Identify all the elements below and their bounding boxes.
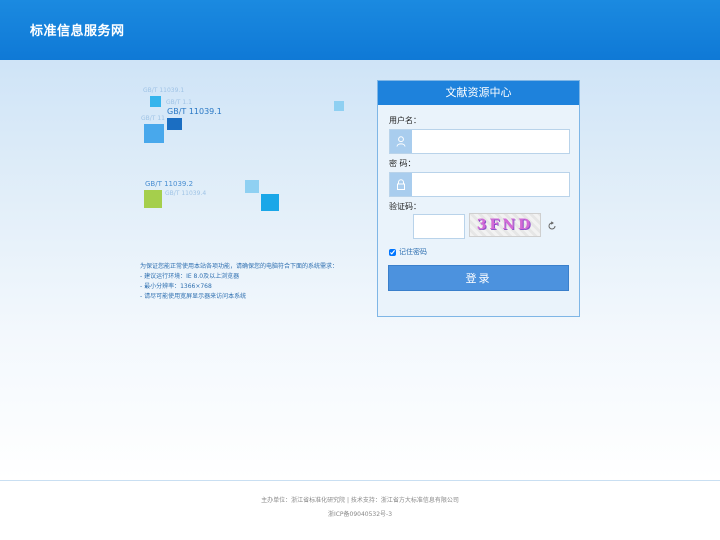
decor-square [261,194,279,211]
site-header: 标准信息服务网 [0,0,720,60]
remember-label: 记住密码 [399,248,427,256]
captcha-image[interactable]: 3FND [469,213,541,237]
decor-code: GB/T 11 [141,115,165,122]
decor-square [144,190,162,208]
footer-icp[interactable]: 浙ICP备09040532号-3 [0,509,720,518]
notice-line: - 最小分辨率：1366×768 [140,283,212,290]
remember-checkbox[interactable] [389,248,396,256]
user-icon [390,130,412,153]
password-input[interactable] [412,173,569,196]
captcha-input[interactable] [413,214,465,239]
password-label: 密 码： [389,159,416,168]
decor-code: GB/T 1.1 [166,99,192,106]
notice-line: 为保证您能正常使用本站各项功能，请确保您的电脑符合下面的系统需求： [140,263,339,270]
login-panel-title: 文献资源中心 [378,81,579,105]
decor-square [167,118,182,130]
captcha-label: 验证码： [389,202,421,211]
notice-line: - 请尽可能使用宽屏显示器来访问本系统 [140,293,247,300]
decor-square [144,124,164,143]
decor-code: GB/T 11039.2 [145,180,194,188]
password-field [389,172,570,197]
lock-icon [390,173,412,196]
decor-code: GB/T 11039.1 [143,87,185,94]
decor-code: GB/T 11039.1 [167,107,222,116]
decor-code: GB/T 11039.4 [165,190,207,197]
username-input[interactable] [412,130,569,153]
decor-square [150,96,161,107]
refresh-icon[interactable] [547,221,557,231]
username-label: 用户名： [389,116,421,125]
decor-square [245,180,259,193]
username-field [389,129,570,154]
site-title: 标准信息服务网 [30,24,125,39]
footer-divider [0,480,720,481]
system-requirements: 为保证您能正常使用本站各项功能，请确保您的电脑符合下面的系统需求： - 建议运行… [140,262,380,302]
login-button[interactable]: 登录 [388,265,569,291]
footer-organizer: 主办单位：浙江省标准化研究院 | 技术支持：浙江省方大标准信息有限公司 [261,497,459,504]
decor-square [334,101,344,111]
notice-line: - 建议运行环境：IE 8.0及以上浏览器 [140,273,240,280]
remember-password[interactable]: 记住密码 [389,247,427,257]
